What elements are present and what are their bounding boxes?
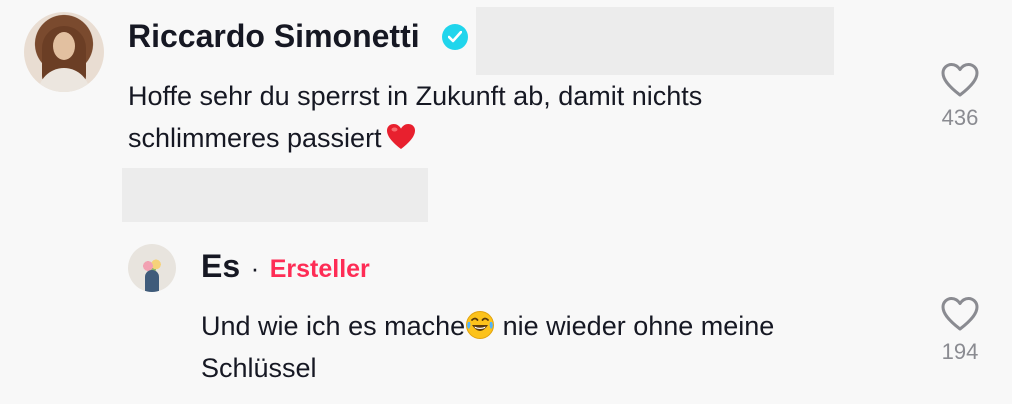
reply-text-line: Schlüssel — [201, 353, 317, 383]
reply-username[interactable]: Es — [201, 248, 240, 284]
avatar[interactable] — [24, 12, 104, 92]
reply-text: Und wie ich es mache nie wieder ohne mei… — [201, 305, 921, 389]
like-button[interactable]: 436 — [930, 62, 990, 131]
redacted-area — [476, 7, 834, 75]
reply-text-line: Und wie ich es mache nie wieder ohne mei… — [201, 305, 921, 347]
reply-like-count: 194 — [941, 339, 979, 364]
reply-header: Es · Ersteller — [201, 248, 370, 285]
heart-emoji-icon — [386, 124, 415, 149]
creator-badge: Ersteller — [269, 255, 370, 283]
laughing-tears-emoji-icon — [466, 311, 495, 339]
separator-dot: · — [250, 253, 260, 283]
reply-text-segment: Und wie ich es mache — [201, 311, 466, 341]
reply-like-button[interactable]: 194 — [930, 296, 990, 365]
reply-text-segment: nie wieder ohne meine — [495, 311, 775, 341]
comment-text: Hoffe sehr du sperrst in Zukunft ab, dam… — [128, 75, 888, 159]
comment-username[interactable]: Riccardo Simonetti — [128, 18, 420, 55]
redacted-area — [122, 168, 428, 222]
like-count: 436 — [941, 105, 979, 130]
avatar-face — [53, 32, 75, 60]
verified-badge-icon — [442, 24, 468, 50]
comment-text-segment: schlimmeres passiert — [128, 123, 382, 153]
comment-text-line: schlimmeres passiert — [128, 117, 888, 159]
comment-text-line: Hoffe sehr du sperrst in Zukunft ab, dam… — [128, 81, 703, 111]
heart-outline-icon[interactable] — [940, 62, 980, 98]
heart-outline-icon[interactable] — [940, 296, 980, 332]
comment-thread: Riccardo Simonetti Hoffe sehr du sperrst… — [0, 0, 1012, 404]
reply-avatar[interactable] — [128, 244, 176, 292]
avatar-person — [145, 270, 159, 292]
